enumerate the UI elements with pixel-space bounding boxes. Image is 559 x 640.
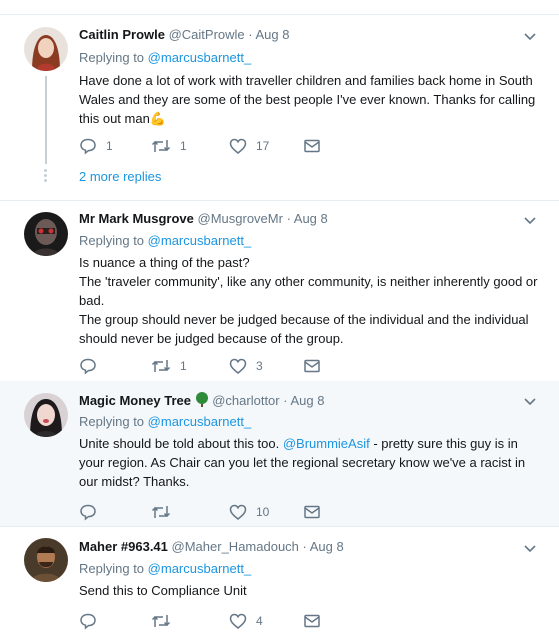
- reply-icon: [80, 504, 96, 521]
- timestamp[interactable]: · Aug 8: [287, 211, 328, 226]
- avatar[interactable]: [24, 212, 68, 256]
- reply-count: 1: [106, 139, 113, 153]
- tweet-header: Mr Mark Musgrove @MusgroveMr · Aug 8: [79, 211, 328, 226]
- like-button[interactable]: 17: [229, 136, 269, 156]
- like-count: 4: [256, 614, 263, 628]
- envelope-icon: [304, 139, 320, 153]
- display-name[interactable]: Magic Money Tree: [79, 393, 191, 408]
- handle[interactable]: @MusgroveMr: [198, 211, 283, 226]
- retweet-button[interactable]: [151, 502, 180, 522]
- reply-button[interactable]: [79, 502, 106, 522]
- reply-button[interactable]: 1: [79, 136, 113, 156]
- tweet-body: Unite should be told about this too.: [79, 436, 280, 451]
- more-replies-link[interactable]: 2 more replies: [79, 169, 161, 184]
- reply-target-link[interactable]: @marcusbarnett_: [148, 414, 252, 429]
- direct-message-button[interactable]: [303, 136, 321, 156]
- handle[interactable]: @charlottor: [212, 393, 279, 408]
- replying-to: Replying to @marcusbarnett_: [79, 233, 251, 248]
- heart-icon: [229, 138, 247, 154]
- replying-label: Replying to: [79, 561, 145, 576]
- retweet-icon: [151, 140, 171, 152]
- direct-message-button[interactable]: [303, 502, 321, 522]
- like-button[interactable]: 3: [229, 356, 263, 376]
- tweet-text: Send this to Compliance Unit: [79, 581, 544, 600]
- direct-message-button[interactable]: [303, 611, 321, 631]
- tweet-text: Unite should be told about this too. @Br…: [79, 434, 544, 491]
- retweet-count: 1: [180, 359, 187, 373]
- replying-label: Replying to: [79, 233, 145, 248]
- chevron-down-icon[interactable]: [523, 216, 537, 226]
- heart-icon: [229, 504, 247, 520]
- tweet-text: Is nuance a thing of the past? The 'trav…: [79, 253, 544, 348]
- tweet-body-line: The 'traveler community', like any other…: [79, 274, 538, 308]
- tweet-magic-money-tree[interactable]: Magic Money Tree @charlottor · Aug 8 Rep…: [0, 381, 559, 527]
- tweet-body: Send this to Compliance Unit: [79, 583, 247, 598]
- replying-to: Replying to @marcusbarnett_: [79, 414, 251, 429]
- replying-label: Replying to: [79, 414, 145, 429]
- like-count: 3: [256, 359, 263, 373]
- envelope-icon: [304, 614, 320, 628]
- tweet-header: Caitlin Prowle @CaitProwle · Aug 8: [79, 27, 289, 42]
- direct-message-button[interactable]: [303, 356, 321, 376]
- like-count: 17: [256, 139, 270, 153]
- chevron-down-icon[interactable]: [523, 544, 537, 554]
- retweet-icon: [151, 615, 171, 627]
- chevron-down-icon[interactable]: [523, 397, 537, 407]
- reply-button[interactable]: [79, 611, 106, 631]
- mention-link[interactable]: @BrummieAsif: [283, 436, 370, 451]
- reply-target-link[interactable]: @marcusbarnett_: [148, 50, 252, 65]
- previous-tweet-edge: [0, 0, 559, 15]
- handle[interactable]: @CaitProwle: [169, 27, 245, 42]
- tweet-mark-musgrove[interactable]: Mr Mark Musgrove @MusgroveMr · Aug 8 Rep…: [0, 200, 559, 382]
- tweet-header: Maher #963.41 @Maher_Hamadouch · Aug 8: [79, 539, 344, 554]
- avatar[interactable]: [24, 27, 68, 71]
- retweet-count: 1: [180, 139, 187, 153]
- chevron-down-icon[interactable]: [523, 32, 537, 42]
- retweet-icon: [151, 360, 171, 372]
- reply-target-link[interactable]: @marcusbarnett_: [148, 561, 252, 576]
- avatar[interactable]: [24, 538, 68, 582]
- retweet-icon: [151, 506, 171, 518]
- reply-target-link[interactable]: @marcusbarnett_: [148, 233, 252, 248]
- retweet-button[interactable]: 1: [151, 136, 187, 156]
- reply-icon: [80, 358, 96, 375]
- heart-icon: [229, 358, 247, 374]
- timestamp[interactable]: · Aug 8: [303, 539, 344, 554]
- tree-icon: [195, 392, 208, 407]
- tweet-text: Have done a lot of work with traveller c…: [79, 71, 544, 128]
- reply-icon: [80, 138, 96, 155]
- flexed-biceps-icon: 💪: [149, 111, 167, 126]
- reply-button[interactable]: [79, 356, 106, 376]
- handle[interactable]: @Maher_Hamadouch: [172, 539, 299, 554]
- display-name[interactable]: Caitlin Prowle: [79, 27, 165, 42]
- thread-line: [45, 76, 47, 164]
- display-name[interactable]: Maher #963.41: [79, 539, 168, 554]
- avatar[interactable]: [24, 393, 68, 437]
- tweet-maher[interactable]: Maher #963.41 @Maher_Hamadouch · Aug 8 R…: [0, 526, 559, 640]
- retweet-button[interactable]: 1: [151, 356, 187, 376]
- tweet-body-line: The group should never be judged because…: [79, 312, 529, 346]
- envelope-icon: [304, 359, 320, 373]
- tweet-body: Have done a lot of work with traveller c…: [79, 73, 536, 126]
- envelope-icon: [304, 505, 320, 519]
- thread-dots: [44, 169, 47, 184]
- like-button[interactable]: 10: [229, 502, 269, 522]
- tweet-header: Magic Money Tree @charlottor · Aug 8: [79, 392, 324, 408]
- tweet-body-line: Is nuance a thing of the past?: [79, 255, 250, 270]
- replying-to: Replying to @marcusbarnett_: [79, 50, 251, 65]
- like-count: 10: [256, 505, 270, 519]
- like-button[interactable]: 4: [229, 611, 263, 631]
- replying-to: Replying to @marcusbarnett_: [79, 561, 251, 576]
- heart-icon: [229, 613, 247, 629]
- replying-label: Replying to: [79, 50, 145, 65]
- tweet-caitlin[interactable]: Caitlin Prowle @CaitProwle · Aug 8 Reply…: [0, 14, 559, 201]
- timestamp[interactable]: · Aug 8: [248, 27, 289, 42]
- retweet-button[interactable]: [151, 611, 180, 631]
- timestamp[interactable]: · Aug 8: [283, 393, 324, 408]
- reply-icon: [80, 613, 96, 630]
- display-name[interactable]: Mr Mark Musgrove: [79, 211, 194, 226]
